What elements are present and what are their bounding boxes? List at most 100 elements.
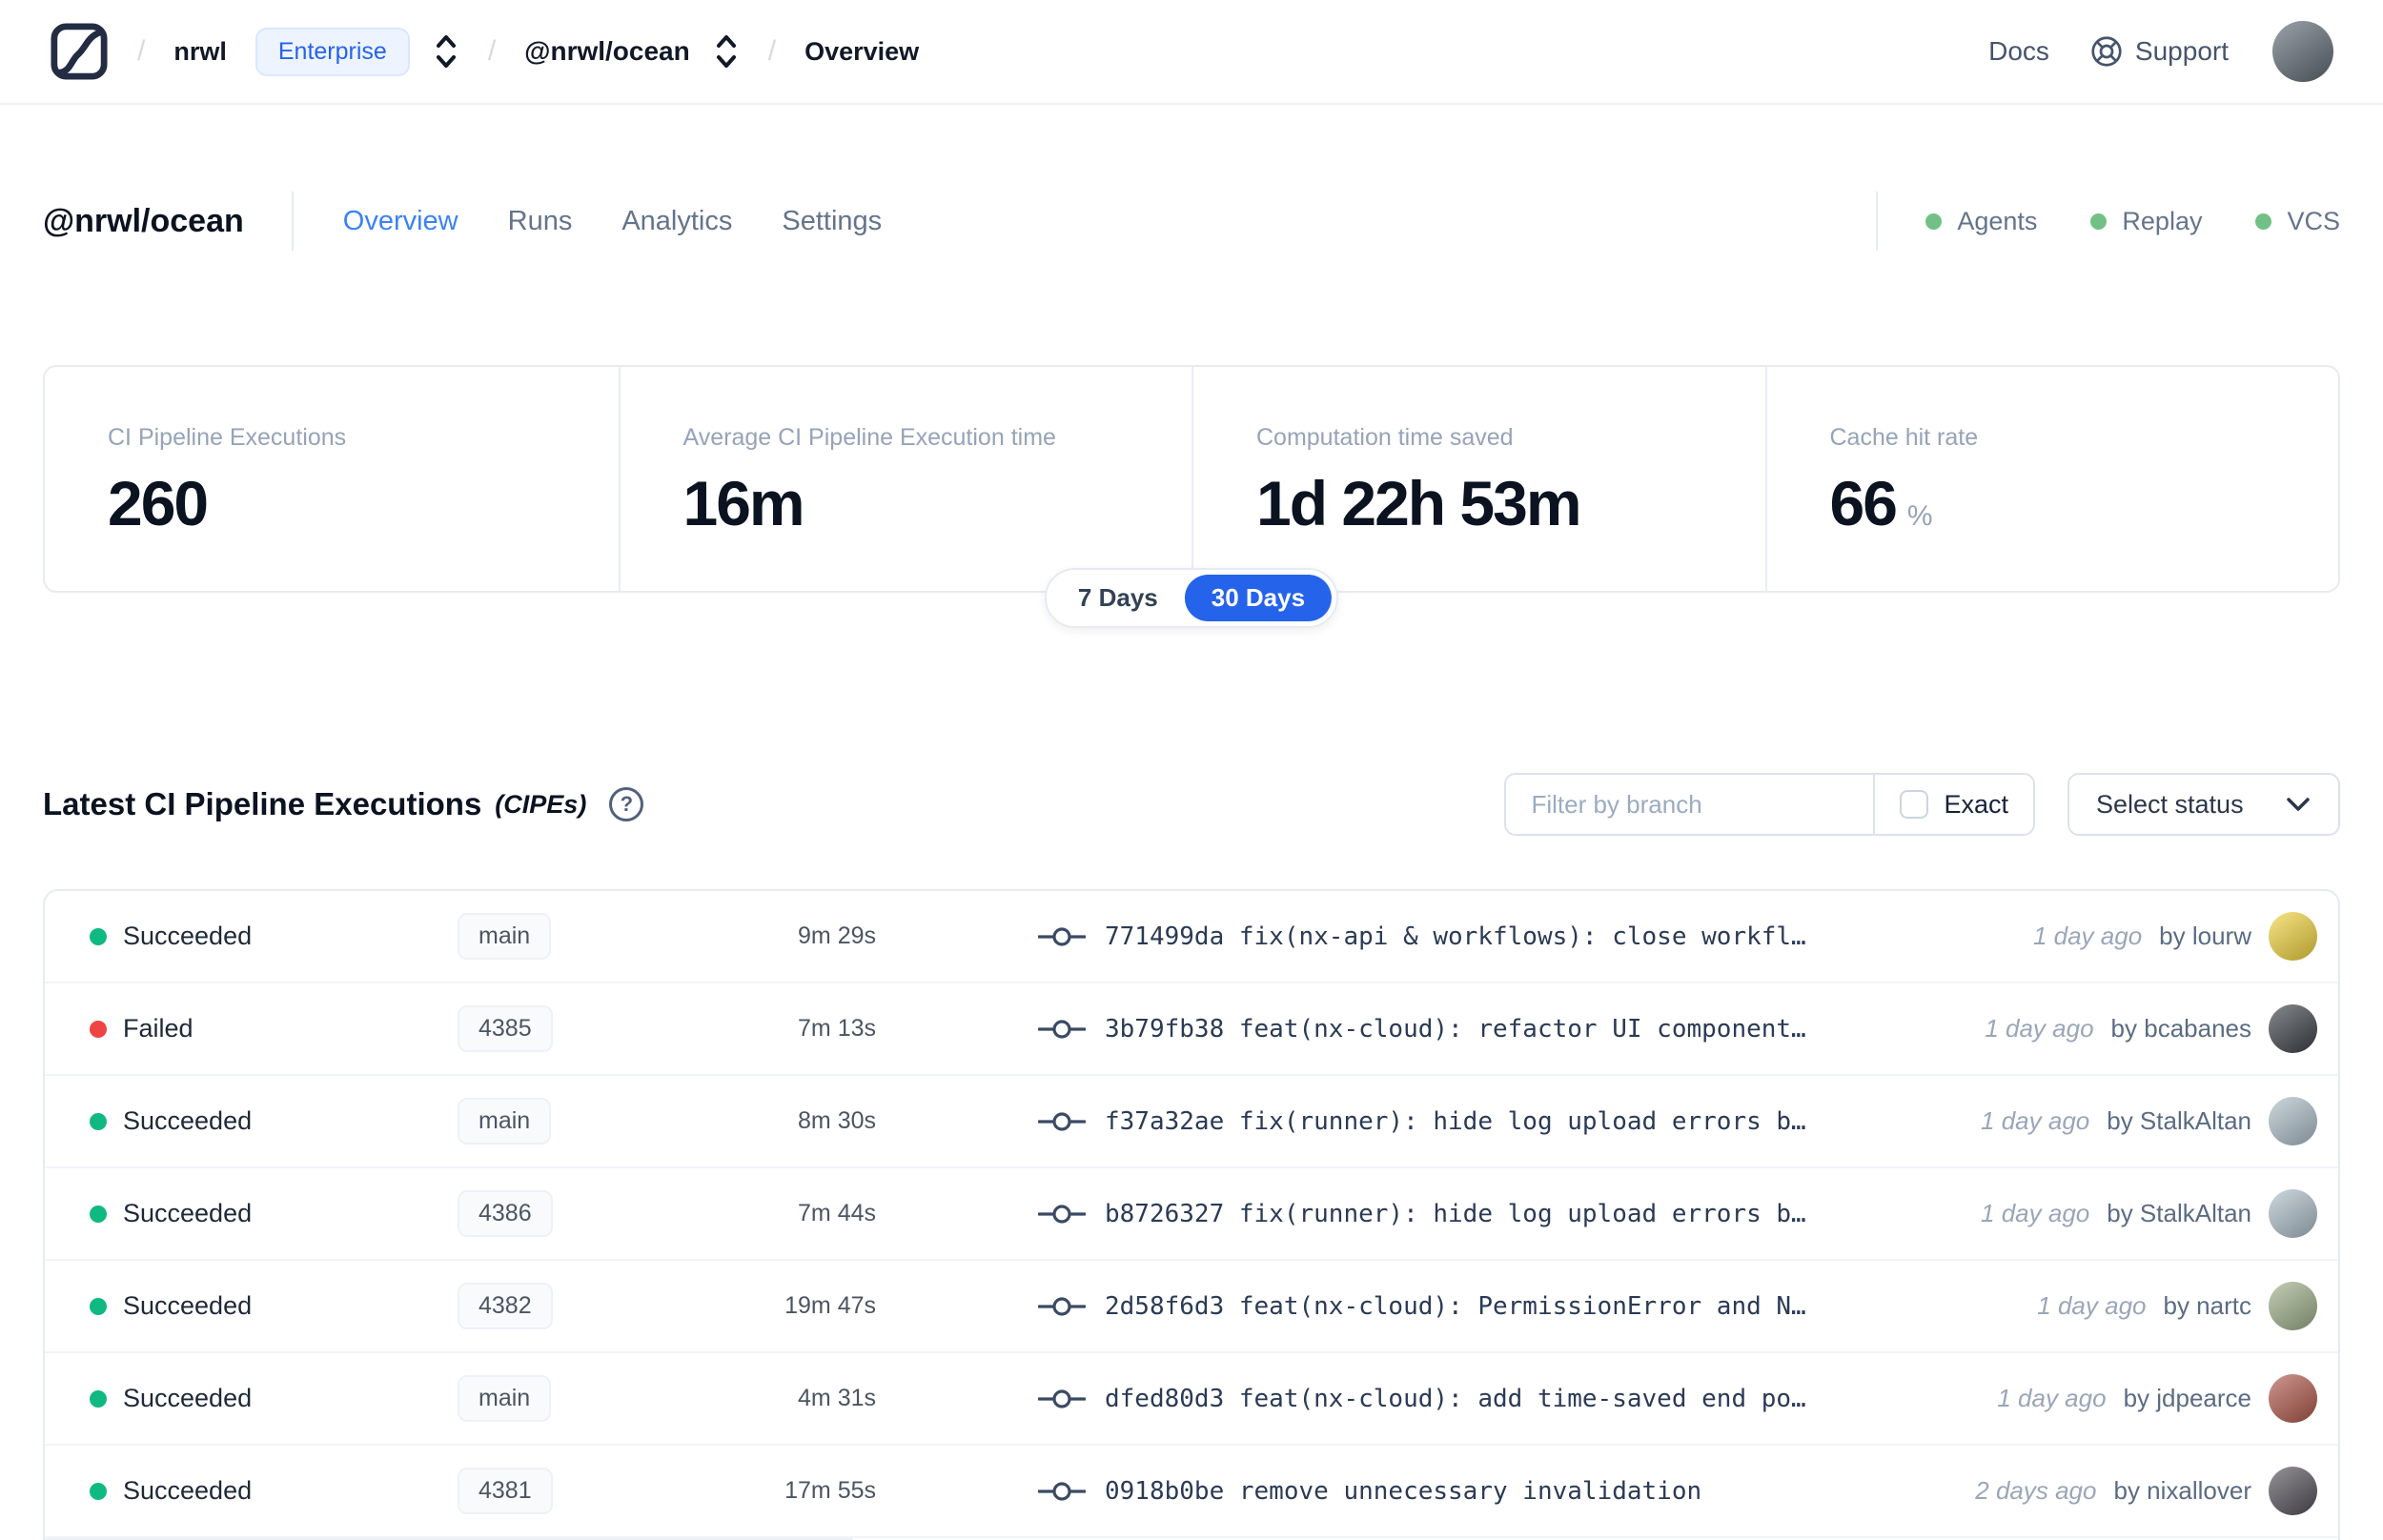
cipe-status-cell: Succeeded: [90, 1476, 414, 1506]
breadcrumb-org[interactable]: nrwl: [173, 37, 227, 67]
cipe-status-label: Succeeded: [123, 1476, 253, 1505]
author-name: by bcabanes: [2110, 1014, 2251, 1043]
branch-filter-group: Exact: [1504, 773, 2035, 836]
author-name: by nartc: [2163, 1291, 2252, 1320]
cipe-branch-cell: 4385: [414, 1005, 685, 1052]
time-ago: 1 day ago: [2037, 1291, 2147, 1320]
status-dot-icon: [1925, 213, 1943, 230]
tab-overview[interactable]: Overview: [343, 206, 458, 237]
cipe-commit-cell: 2d58f6d3 feat(nx-cloud): PermissionError…: [1038, 1292, 2037, 1321]
tab-runs[interactable]: Runs: [508, 206, 573, 237]
life-buoy-icon: [2091, 36, 2122, 67]
feature-vcs-label: VCS: [2287, 206, 2340, 235]
divider: [291, 192, 294, 251]
docs-link[interactable]: Docs: [1988, 36, 2049, 67]
author-avatar: [2269, 1374, 2317, 1423]
cipe-commit-cell: f37a32ae fix(runner): hide log upload er…: [1038, 1107, 1981, 1136]
cipe-status-cell: Succeeded: [90, 1291, 414, 1321]
exact-label[interactable]: Exact: [1944, 790, 2008, 820]
cipe-duration: 19m 47s: [784, 1292, 876, 1319]
cipe-duration: 7m 13s: [798, 1015, 876, 1042]
cipe-row[interactable]: Succeeded 4381 17m 55s 0918b0be remove u…: [45, 1446, 2338, 1538]
branch-badge: main: [458, 913, 552, 960]
cipe-branch-cell: 4381: [414, 1468, 685, 1514]
cipe-status-cell: Failed: [90, 1014, 414, 1044]
status-dot-icon: [2255, 213, 2272, 230]
nx-cloud-logo[interactable]: [50, 22, 109, 81]
stat-value: 1d 22h 53m: [1256, 468, 1582, 538]
nx-cloud-logo-icon: [51, 23, 108, 80]
breadcrumb-page: Overview: [805, 36, 920, 66]
cipe-status-cell: Succeeded: [90, 1384, 414, 1413]
cipe-duration: 4m 31s: [798, 1385, 876, 1411]
cipe-status-cell: Succeeded: [90, 1199, 414, 1228]
stat-label: Average CI Pipeline Execution time: [682, 424, 1056, 451]
cipe-meta-cell: 1 day ago by nartc: [2037, 1282, 2317, 1330]
branch-filter-input[interactable]: [1506, 775, 1874, 834]
breadcrumb-workspace[interactable]: @nrwl/ocean: [524, 36, 690, 67]
cipe-row[interactable]: Succeeded main 9m 29s 771499da fix(nx-ap…: [45, 891, 2338, 983]
git-commit-icon: [1038, 1481, 1086, 1501]
cipe-row[interactable]: Succeeded main 4m 31s dfed80d3 feat(nx-c…: [45, 1353, 2338, 1446]
cipe-status-label: Succeeded: [123, 922, 253, 950]
user-avatar[interactable]: [2272, 21, 2333, 82]
stat-value-suffix: %: [1906, 500, 1933, 532]
cipe-branch-cell: main: [414, 1375, 685, 1422]
cipe-table: Succeeded main 9m 29s 771499da fix(nx-ap…: [43, 889, 2340, 1540]
org-selector-chevron-icon[interactable]: [433, 31, 459, 71]
cipe-status-label: Succeeded: [123, 1291, 253, 1320]
status-select-dropdown[interactable]: Select status: [2067, 773, 2340, 836]
status-dot-icon: [90, 1020, 107, 1038]
cipe-section-header: Latest CI Pipeline Executions (CIPEs) ? …: [43, 773, 2340, 836]
cipe-branch-cell: 4382: [414, 1283, 685, 1329]
commit-message: 2d58f6d3 feat(nx-cloud): PermissionError…: [1105, 1291, 1806, 1321]
chevron-down-icon: [2287, 798, 2310, 811]
page-title: @nrwl/ocean: [43, 202, 244, 239]
nx-cloud-app: / nrwl Enterprise / @nrwl/ocean / Overvi…: [0, 0, 2383, 1540]
cipe-duration: 8m 30s: [798, 1107, 876, 1134]
stat-ci-pipeline-executions: CI Pipeline Executions 260: [45, 367, 619, 591]
cipe-meta-cell: 1 day ago by StalkAltan: [1981, 1189, 2317, 1238]
author-avatar: [2269, 1467, 2317, 1515]
cipe-row[interactable]: Succeeded 4386 7m 44s b8726327 fix(runne…: [45, 1168, 2338, 1261]
section-subtitle: (CIPEs): [495, 789, 587, 819]
cipe-status-cell: Succeeded: [90, 922, 414, 951]
branch-badge: 4386: [458, 1190, 553, 1237]
stat-value-number: 66: [1829, 468, 1898, 538]
help-circle-icon[interactable]: ?: [609, 787, 644, 821]
cipe-commit-cell: dfed80d3 feat(nx-cloud): add time-saved …: [1038, 1385, 1997, 1413]
cipe-row[interactable]: Succeeded 4382 19m 47s 2d58f6d3 feat(nx-…: [45, 1261, 2338, 1353]
tab-settings[interactable]: Settings: [782, 206, 882, 237]
cipe-commit-cell: 3b79fb38 feat(nx-cloud): refactor UI com…: [1038, 1015, 1985, 1044]
enterprise-badge: Enterprise: [255, 27, 410, 76]
cipe-commit-cell: 771499da fix(nx-api & workflows): close …: [1038, 922, 2033, 951]
status-dot-icon: [90, 1297, 107, 1315]
cipe-row[interactable]: Succeeded main 8m 30s f37a32ae fix(runne…: [45, 1076, 2338, 1168]
author-avatar: [2269, 1097, 2317, 1145]
stat-value: 260: [108, 468, 209, 538]
range-30-days-button[interactable]: 30 Days: [1184, 575, 1333, 621]
time-ago: 1 day ago: [1997, 1384, 2107, 1412]
divider: [1876, 192, 1879, 251]
range-7-days-button[interactable]: 7 Days: [1051, 575, 1185, 621]
workspace-selector-chevron-icon[interactable]: [713, 31, 740, 71]
exact-checkbox[interactable]: [1900, 790, 1929, 819]
date-range-toggle: 7 Days 30 Days: [1044, 568, 1339, 628]
tab-analytics[interactable]: Analytics: [621, 206, 732, 237]
branch-badge: 4381: [458, 1468, 553, 1514]
support-link[interactable]: Support: [2089, 34, 2229, 69]
cipe-row[interactable]: Failed 4385 7m 13s 3b79fb38 feat(nx-clou…: [45, 983, 2338, 1076]
breadcrumb-separator: /: [487, 35, 497, 67]
author-avatar: [2269, 1004, 2317, 1053]
cipe-status-label: Succeeded: [123, 1106, 253, 1135]
workspace-tabs: Overview Runs Analytics Settings: [343, 206, 882, 237]
feature-replay-label: Replay: [2122, 206, 2203, 235]
stat-label: Computation time saved: [1256, 424, 1514, 451]
author-avatar: [2269, 912, 2317, 961]
branch-badge: main: [458, 1098, 552, 1145]
workspace-header: @nrwl/ocean Overview Runs Analytics Sett…: [43, 177, 2340, 265]
stat-label: CI Pipeline Executions: [108, 424, 347, 451]
cipe-commit-cell: 0918b0be remove unnecessary invalidation: [1038, 1477, 1975, 1506]
author-avatar: [2269, 1282, 2317, 1330]
time-ago: 1 day ago: [2032, 922, 2143, 950]
